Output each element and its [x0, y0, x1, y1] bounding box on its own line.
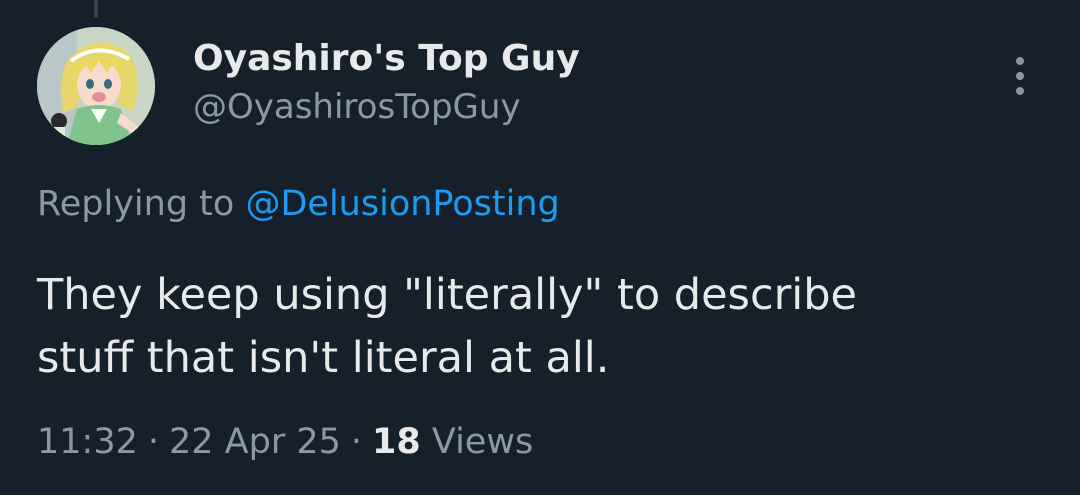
tweet-text-line-2: stuff that isn't literal at all. — [37, 333, 610, 383]
tweet-time[interactable]: 11:32 — [37, 422, 138, 462]
more-vertical-icon-dot-2 — [1016, 72, 1024, 80]
author-handle[interactable]: @OyashirosTopGuy — [193, 85, 580, 129]
anime-character-avatar-icon — [37, 27, 155, 145]
author-display-name[interactable]: Oyashiro's Top Guy — [193, 37, 580, 81]
more-vertical-icon — [1016, 57, 1024, 65]
reply-target-link[interactable]: @DelusionPosting — [245, 184, 559, 224]
tweet-text: They keep using "literally" to describe … — [37, 264, 1047, 390]
reply-prefix: Replying to — [37, 184, 235, 224]
more-vertical-icon-dot-3 — [1016, 87, 1024, 95]
views-label[interactable]: Views — [432, 422, 533, 462]
meta-separator-2: · — [350, 422, 363, 462]
views-count[interactable]: 18 — [372, 422, 421, 462]
more-options-button[interactable] — [1000, 46, 1040, 106]
tweet-meta: 11:32 · 22 Apr 25 · 18 Views — [37, 418, 533, 466]
avatar[interactable] — [37, 27, 155, 145]
reply-context: Replying to @DelusionPosting — [37, 180, 560, 228]
meta-separator: · — [147, 422, 160, 462]
tweet-text-line-1: They keep using "literally" to describe — [37, 270, 857, 320]
thread-connector-line — [94, 0, 98, 18]
tweet-author: Oyashiro's Top Guy @OyashirosTopGuy — [193, 37, 580, 129]
tweet-date[interactable]: 22 Apr 25 — [169, 422, 341, 462]
